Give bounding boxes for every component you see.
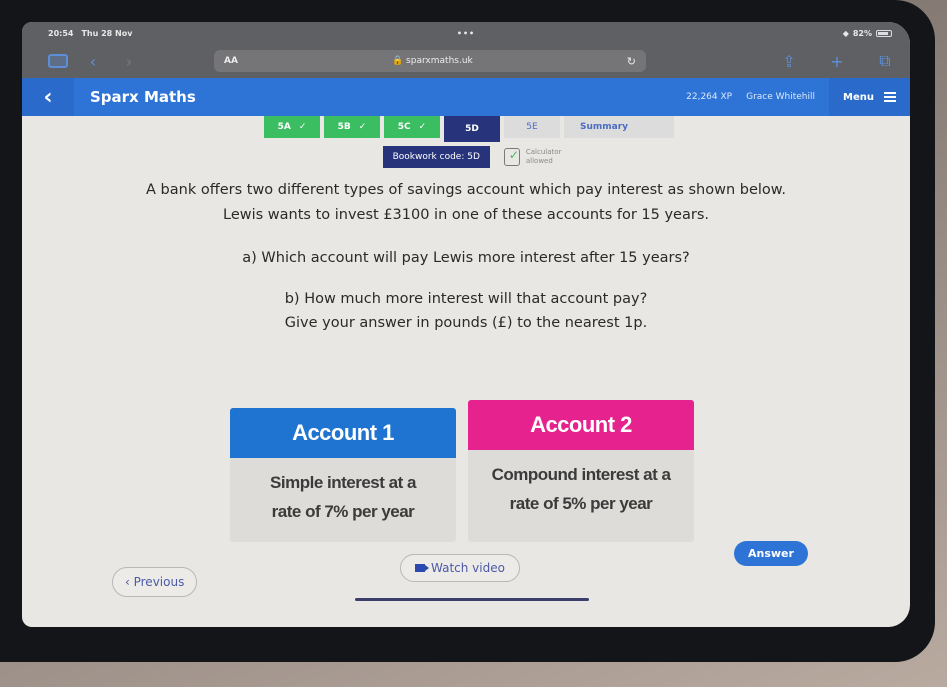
text-size-button[interactable]: AA <box>224 56 238 66</box>
account-title: Account 1 <box>230 408 456 458</box>
question-part-b: b) How much more interest will that acco… <box>142 287 790 335</box>
check-icon: ✓ <box>418 122 427 132</box>
wifi-icon: ◆ <box>842 28 849 38</box>
tab-5c[interactable]: 5C ✓ <box>384 116 440 138</box>
multitasking-dots[interactable]: ••• <box>457 29 475 38</box>
previous-button[interactable]: ‹ Previous <box>112 567 198 597</box>
tab-label: 5B <box>337 122 351 132</box>
calculator-icon <box>503 148 520 166</box>
menu-button[interactable]: Menu <box>829 78 910 116</box>
tab-label: 5D <box>465 124 479 134</box>
tab-5e[interactable]: 5E <box>504 116 560 138</box>
app-header: ‹ Sparx Maths 22,264 XP Grace Whitehill … <box>22 78 910 116</box>
account-title: Account 2 <box>468 400 694 450</box>
question-intro: A bank offers two different types of sav… <box>146 182 786 223</box>
user-name[interactable]: Grace Whitehill <box>746 92 815 102</box>
header-right: 22,264 XP Grace Whitehill Menu <box>686 78 910 116</box>
question-text: A bank offers two different types of sav… <box>22 178 910 335</box>
share-icon[interactable]: ⇪ <box>778 52 800 71</box>
app-back-button[interactable]: ‹ <box>22 78 74 116</box>
forward-icon[interactable]: › <box>118 52 140 71</box>
accounts: Account 1 Simple interest at a rate of 7… <box>230 400 694 542</box>
account-desc-line-2: rate of 7% per year <box>271 502 415 521</box>
part-b-line-1: b) How much more interest will that acco… <box>284 291 648 307</box>
check-icon: ✓ <box>358 122 367 132</box>
reload-icon[interactable]: ↻ <box>627 55 636 68</box>
status-time: 20:54 <box>48 28 74 38</box>
calculator-label-2: allowed <box>525 157 553 165</box>
hamburger-icon <box>884 92 896 102</box>
sidebar-toggle-icon[interactable] <box>48 54 68 68</box>
account-desc-line-1: Simple interest at a <box>270 473 416 492</box>
menu-label: Menu <box>843 91 874 103</box>
chevron-left-icon: ‹ <box>43 84 53 110</box>
watch-video-label: Watch video <box>431 561 505 575</box>
tab-label: 5A <box>277 122 291 132</box>
account-card-2: Account 2 Compound interest at a rate of… <box>468 400 694 542</box>
question-part-a: a) Which account will pay Lewis more int… <box>242 250 690 266</box>
tab-5d[interactable]: 5D <box>444 116 500 142</box>
check-icon: ✓ <box>298 122 307 132</box>
account-card-1: Account 1 Simple interest at a rate of 7… <box>230 408 456 542</box>
screen: 20:54 Thu 28 Nov ••• ◆ 82% ‹ › AA 🔒 spar… <box>22 22 910 627</box>
browser-toolbar: ‹ › AA 🔒 sparxmaths.uk ↻ ⇪ + ⧉ <box>22 44 910 78</box>
account-desc-line-2: rate of 5% per year <box>509 494 653 513</box>
account-description: Simple interest at a rate of 7% per year <box>230 458 456 538</box>
calculator-allowed: Calculator allowed <box>503 148 562 166</box>
tab-label: Summary <box>580 122 629 132</box>
new-tab-icon[interactable]: + <box>826 52 848 71</box>
account-description: Compound interest at a rate of 5% per ye… <box>468 450 694 530</box>
tabs-overview-icon[interactable]: ⧉ <box>874 51 896 71</box>
xp-count: 22,264 XP <box>686 92 733 102</box>
video-camera-icon <box>415 564 429 572</box>
tab-summary[interactable]: Summary <box>564 116 674 138</box>
address-bar[interactable]: AA 🔒 sparxmaths.uk ↻ <box>214 50 646 72</box>
task-tabs: 5A ✓ 5B ✓ 5C ✓ 5D 5E Summary <box>22 116 910 142</box>
battery-icon <box>876 29 892 37</box>
bookwork-code: Bookwork code: 5D <box>382 146 490 168</box>
url-text[interactable]: 🔒 sparxmaths.uk <box>238 56 627 66</box>
battery-percent: 82% <box>852 28 872 38</box>
toolbar-right: ⇪ + ⧉ <box>778 51 896 71</box>
status-bar: 20:54 Thu 28 Nov ••• ◆ 82% <box>22 22 910 44</box>
app-title: Sparx Maths <box>90 88 196 106</box>
part-b-line-2: Give your answer in pounds (£) to the ne… <box>284 315 648 331</box>
calculator-label-1: Calculator <box>525 148 562 156</box>
tab-label: 5E <box>526 122 538 132</box>
answer-button[interactable]: Answer <box>734 541 808 566</box>
tab-5a[interactable]: 5A ✓ <box>264 116 320 138</box>
home-indicator[interactable] <box>355 598 589 601</box>
bookwork-row: Bookwork code: 5D Calculator allowed <box>22 146 910 168</box>
tab-5b[interactable]: 5B ✓ <box>324 116 380 138</box>
status-right: ◆ 82% <box>843 29 892 38</box>
watch-video-button[interactable]: Watch video <box>400 554 520 582</box>
tab-label: 5C <box>397 122 411 132</box>
account-desc-line-1: Compound interest at a <box>491 465 671 484</box>
status-date: Thu 28 Nov <box>81 28 133 38</box>
back-icon[interactable]: ‹ <box>82 52 104 71</box>
